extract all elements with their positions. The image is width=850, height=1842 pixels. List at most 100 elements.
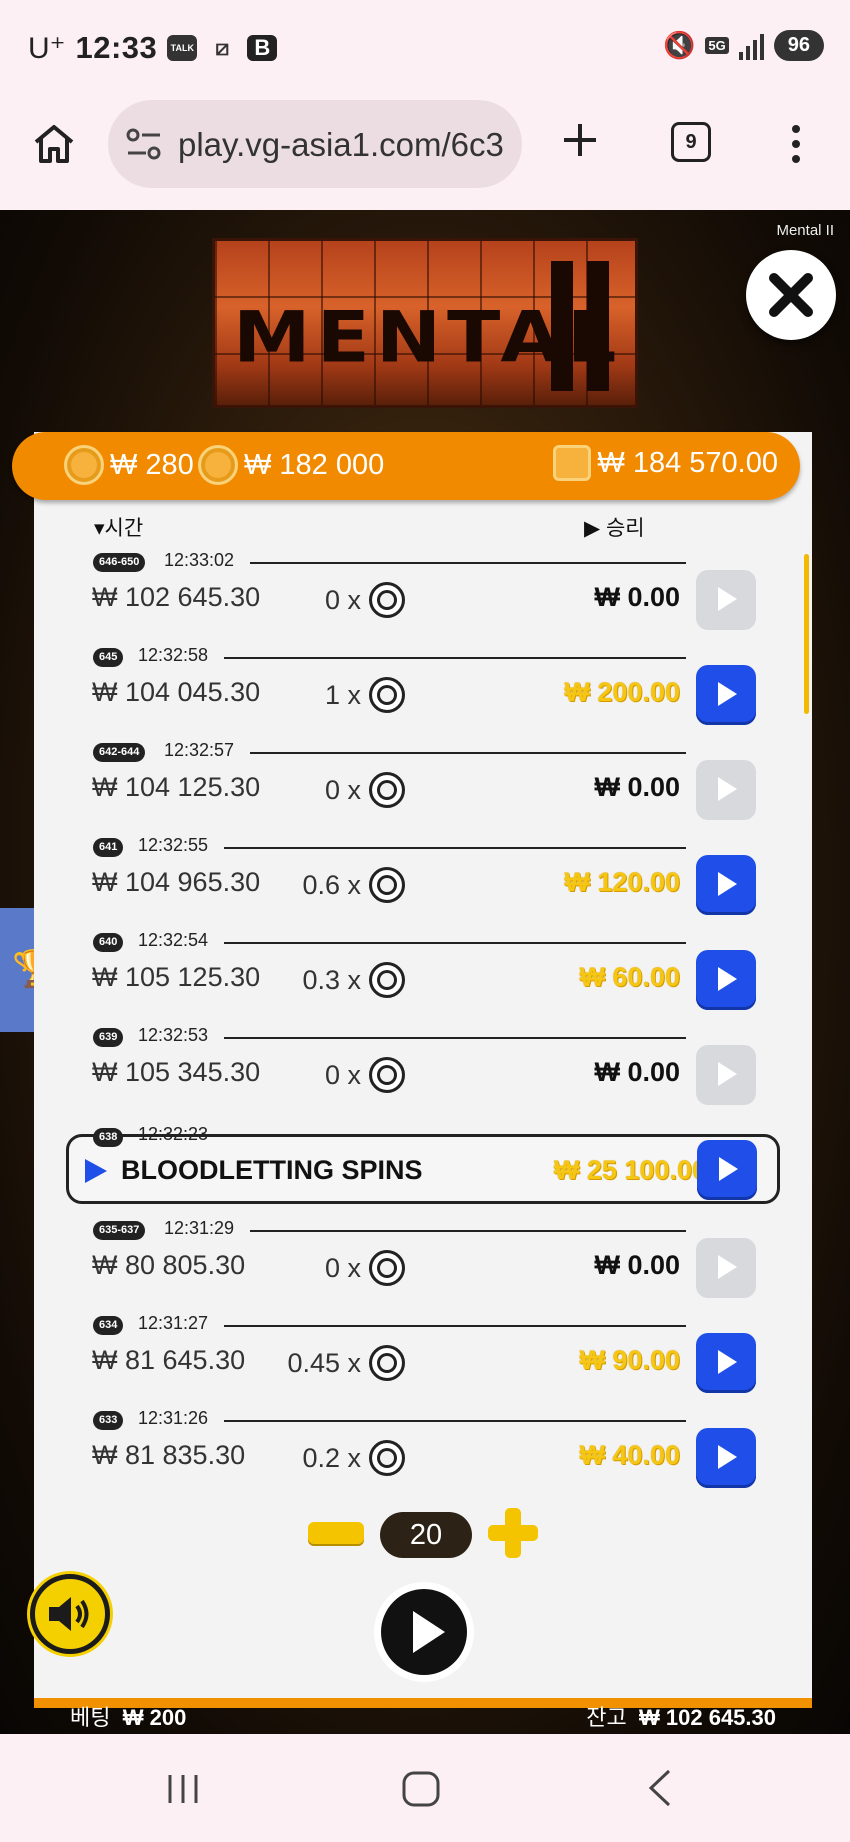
play-icon (718, 1350, 737, 1374)
play-icon (718, 1445, 737, 1469)
signal-icon (738, 32, 764, 60)
row-divider (224, 847, 686, 849)
round-multiplier: 0.3 x (302, 962, 405, 998)
round-id-badge: 646-650 (93, 553, 146, 572)
site-settings-icon[interactable] (124, 126, 164, 162)
replay-button[interactable] (696, 665, 756, 725)
coin-icon (369, 772, 405, 808)
round-time: 12:32:23 (138, 1124, 209, 1144)
talk-icon: TALK (167, 35, 198, 61)
history-header: ₩ 280 ₩ 182 000 ₩ 184 570.00 (12, 432, 800, 500)
b-app-icon: B (247, 35, 278, 61)
status-left: U⁺ 12:33 TALK ⧄ B (28, 30, 278, 66)
row-divider (250, 562, 686, 564)
round-balance: ₩ 81 645.30 (92, 1345, 246, 1375)
round-time: 12:31:29 (164, 1218, 235, 1238)
bonus-label: BLOODLETTING SPINS (121, 1155, 423, 1185)
home-nav-icon[interactable] (401, 1770, 441, 1808)
round-time: 12:31:26 (138, 1408, 209, 1428)
round-time: 12:33:02 (164, 550, 235, 570)
round-balance: ₩ 81 835.30 (92, 1440, 246, 1470)
close-history-button[interactable] (746, 250, 836, 340)
round-balance: ₩ 102 645.30 (92, 582, 261, 612)
status-bar: U⁺ 12:33 TALK ⧄ B 🔇 5G 96 (0, 0, 850, 96)
coin-balance-1: ₩ 280 (64, 445, 194, 485)
round-id-badge: 640 (93, 933, 124, 952)
round-time: 12:32:55 (138, 835, 209, 855)
replay-button[interactable] (697, 1140, 757, 1200)
round-win: ₩ 200.00 (564, 677, 680, 707)
replay-button (696, 760, 756, 820)
history-row: 645 12:32:58 ₩ 104 045.30 1 x ₩ 200.00 (0, 645, 850, 740)
column-win-sort[interactable]: ▶ 승리 (584, 512, 645, 542)
round-win: ₩ 60.00 (579, 962, 680, 992)
bet-display: 베팅 ₩ 200 (70, 1705, 187, 1730)
round-multiplier: 0.2 x (302, 1440, 405, 1476)
recent-apps-icon[interactable] (165, 1772, 201, 1806)
bet-level: 20 (380, 1512, 472, 1558)
new-tab-icon[interactable] (560, 120, 600, 160)
tab-count-button[interactable]: 9 (671, 122, 711, 162)
round-balance: ₩ 104 045.30 (92, 677, 261, 707)
coin-icon (369, 582, 405, 618)
play-icon (718, 1062, 737, 1086)
carrier-label: U⁺ (28, 31, 66, 65)
round-win: ₩ 0.00 (594, 1250, 680, 1280)
round-win: ₩ 90.00 (579, 1345, 680, 1375)
address-bar[interactable]: play.vg-asia1.com/6c3 (108, 100, 522, 188)
wallet-icon (553, 445, 592, 481)
row-divider (224, 1325, 686, 1327)
row-divider (250, 752, 686, 754)
mute-icon: 🔇 (663, 30, 696, 60)
row-divider (224, 657, 686, 659)
round-time: 12:32:57 (164, 740, 235, 760)
back-icon[interactable] (645, 1768, 675, 1808)
sound-toggle-button[interactable] (30, 1574, 110, 1654)
play-icon (718, 1255, 737, 1279)
history-row: 639 12:32:53 ₩ 105 345.30 0 x ₩ 0.00 (0, 1025, 850, 1120)
column-time-sort[interactable]: ▾시간 (94, 512, 143, 542)
round-balance: ₩ 104 965.30 (92, 867, 261, 897)
replay-button[interactable] (696, 1428, 756, 1488)
round-win: ₩ 0.00 (594, 1057, 680, 1087)
history-row: 633 12:31:26 ₩ 81 835.30 0.2 x ₩ 40.00 (0, 1408, 850, 1503)
round-time: 12:32:53 (138, 1025, 209, 1045)
row-divider (224, 942, 686, 944)
round-time: 12:32:58 (138, 645, 209, 665)
history-row: 640 12:32:54 ₩ 105 125.30 0.3 x ₩ 60.00 (0, 930, 850, 1025)
battery-level: 96 (773, 30, 824, 61)
spin-button[interactable] (374, 1582, 474, 1682)
round-multiplier: 0 x (325, 1057, 405, 1093)
replay-button[interactable] (696, 1333, 756, 1393)
round-win: ₩ 40.00 (579, 1440, 680, 1470)
row-divider (250, 1230, 686, 1232)
replay-button (696, 1238, 756, 1298)
round-balance: ₩ 104 125.30 (92, 772, 261, 802)
round-time: 12:32:54 (138, 930, 209, 950)
navigation-bar (0, 1734, 850, 1842)
home-icon[interactable] (32, 122, 76, 166)
wallet-balance: ₩ 184 570.00 (553, 445, 778, 481)
play-icon (85, 1159, 107, 1183)
history-row: 642-644 12:32:57 ₩ 104 125.30 0 x ₩ 0.00 (0, 740, 850, 835)
play-icon (719, 1157, 738, 1181)
round-time: 12:31:27 (138, 1313, 209, 1333)
bet-increase-button[interactable] (486, 1506, 540, 1560)
round-id-badge: 634 (93, 1316, 124, 1335)
round-balance: ₩ 80 805.30 (92, 1250, 246, 1280)
balance-display: 잔고 ₩ 102 645.30 (586, 1705, 776, 1730)
bet-decrease-button[interactable] (308, 1522, 364, 1544)
row-divider (224, 1420, 686, 1422)
close-icon (769, 273, 813, 317)
replay-button (696, 570, 756, 630)
more-options-icon[interactable] (790, 124, 802, 164)
history-row: 634 12:31:27 ₩ 81 645.30 0.45 x ₩ 90.00 (0, 1313, 850, 1408)
round-win: ₩ 0.00 (594, 772, 680, 802)
url-text: play.vg-asia1.com/6c3 (178, 126, 504, 163)
round-id-badge: 641 (93, 838, 124, 857)
coin-icon (369, 1250, 405, 1286)
replay-button[interactable] (696, 950, 756, 1010)
round-balance: ₩ 105 125.30 (92, 962, 261, 992)
replay-button[interactable] (696, 855, 756, 915)
game-viewport: Mental II MENTAL 🏆 ₩ 280 ₩ 182 000 ₩ 184… (0, 210, 850, 1734)
